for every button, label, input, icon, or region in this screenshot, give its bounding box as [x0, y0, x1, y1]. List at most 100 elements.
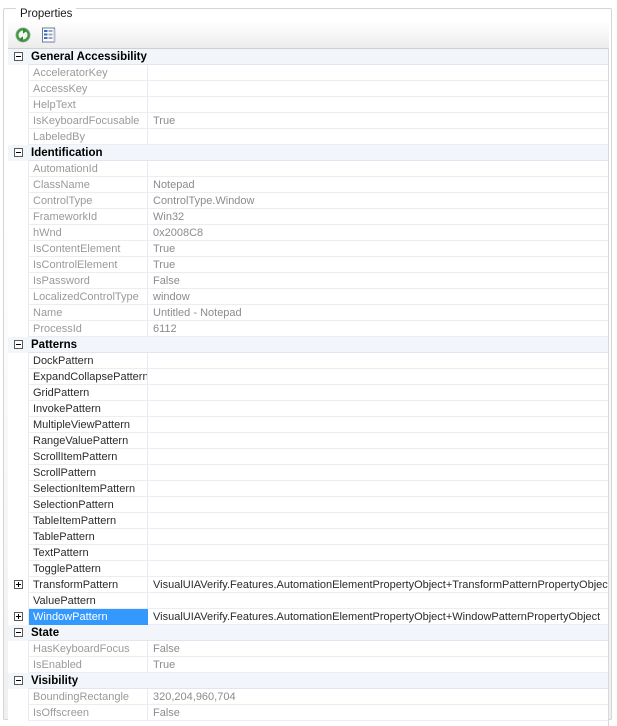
- property-value-cell[interactable]: [148, 129, 608, 145]
- property-row[interactable]: IsOffscreen False: [8, 704, 608, 721]
- property-name-cell[interactable]: MultipleViewPattern: [29, 416, 148, 433]
- property-value-cell[interactable]: Win32: [148, 209, 608, 225]
- collapse-minus-icon[interactable]: [14, 675, 23, 685]
- property-name-cell[interactable]: BoundingRectangle: [29, 688, 148, 705]
- refresh-button[interactable]: [12, 24, 34, 46]
- property-value-cell[interactable]: [148, 161, 608, 177]
- category-row[interactable]: Identification: [8, 144, 608, 161]
- property-name-cell[interactable]: SelectionItemPattern: [29, 480, 148, 497]
- property-name-cell[interactable]: RangeValuePattern: [29, 432, 148, 449]
- property-value-cell[interactable]: Notepad: [148, 177, 608, 193]
- property-value-cell[interactable]: False: [148, 641, 608, 657]
- property-name-cell[interactable]: General Accessibility: [29, 49, 608, 65]
- property-value-cell[interactable]: window: [148, 289, 608, 305]
- property-row[interactable]: IsPassword False: [8, 272, 608, 289]
- property-row[interactable]: LabeledBy: [8, 128, 608, 145]
- property-row[interactable]: ValuePattern: [8, 592, 608, 609]
- property-value-cell[interactable]: [148, 81, 608, 97]
- property-row[interactable]: TableItemPattern: [8, 512, 608, 529]
- category-row[interactable]: Visibility: [8, 672, 608, 689]
- property-name-cell[interactable]: TransformPattern: [29, 576, 148, 593]
- property-name-cell[interactable]: AcceleratorKey: [29, 64, 148, 81]
- property-name-cell[interactable]: IsKeyboardFocusable: [29, 112, 148, 129]
- property-name-cell[interactable]: IsContentElement: [29, 240, 148, 257]
- row-gutter[interactable]: [8, 336, 29, 353]
- property-row[interactable]: IsControlElement True: [8, 256, 608, 273]
- property-name-cell[interactable]: LocalizedControlType: [29, 288, 148, 305]
- property-row[interactable]: IsEnabled True: [8, 656, 608, 673]
- property-name-cell[interactable]: TextPattern: [29, 544, 148, 561]
- row-gutter[interactable]: [8, 672, 29, 689]
- collapse-minus-icon[interactable]: [14, 147, 23, 157]
- property-name-cell[interactable]: HasKeyboardFocus: [29, 640, 148, 657]
- properties-grid-scroll[interactable]: General Accessibility AcceleratorKey Acces…: [8, 48, 609, 726]
- property-row[interactable]: SelectionItemPattern: [8, 480, 608, 497]
- property-name-cell[interactable]: ControlType: [29, 192, 148, 209]
- property-value-cell[interactable]: [148, 465, 608, 481]
- property-name-cell[interactable]: ClassName: [29, 176, 148, 193]
- property-name-cell[interactable]: TogglePattern: [29, 560, 148, 577]
- property-value-cell[interactable]: True: [148, 257, 608, 273]
- property-name-cell[interactable]: GridPattern: [29, 384, 148, 401]
- row-gutter[interactable]: [8, 49, 29, 65]
- property-name-cell[interactable]: Name: [29, 304, 148, 321]
- property-value-cell[interactable]: False: [148, 705, 608, 721]
- property-row[interactable]: HelpText: [8, 96, 608, 113]
- property-name-cell[interactable]: Identification: [29, 145, 608, 161]
- property-name-cell[interactable]: Visibility: [29, 673, 608, 689]
- property-value-cell[interactable]: VisualUIAVerify.Features.AutomationEleme…: [148, 577, 608, 593]
- property-name-cell[interactable]: ScrollPattern: [29, 464, 148, 481]
- property-value-cell[interactable]: [148, 65, 608, 81]
- property-row[interactable]: BoundingRectangle 320,204,960,704: [8, 688, 608, 705]
- category-row[interactable]: State: [8, 624, 608, 641]
- property-row[interactable]: hWnd 0x2008C8: [8, 224, 608, 241]
- property-name-cell[interactable]: DockPattern: [29, 352, 148, 369]
- property-row[interactable]: ClassName Notepad: [8, 176, 608, 193]
- property-row[interactable]: AcceleratorKey: [8, 64, 608, 81]
- property-name-cell[interactable]: IsEnabled: [29, 656, 148, 673]
- property-name-cell[interactable]: ExpandCollapsePattern: [29, 368, 148, 385]
- property-value-cell[interactable]: True: [148, 113, 608, 129]
- row-gutter[interactable]: [8, 576, 29, 593]
- expand-plus-icon[interactable]: [14, 611, 23, 621]
- row-gutter[interactable]: [8, 624, 29, 641]
- property-value-cell[interactable]: [148, 417, 608, 433]
- property-value-cell[interactable]: [148, 497, 608, 513]
- property-name-cell[interactable]: hWnd: [29, 224, 148, 241]
- property-row[interactable]: LocalizedControlType window: [8, 288, 608, 305]
- property-value-cell[interactable]: [148, 97, 608, 113]
- row-gutter[interactable]: [8, 608, 29, 625]
- property-name-cell[interactable]: ScrollItemPattern: [29, 448, 148, 465]
- property-row[interactable]: HasKeyboardFocus False: [8, 640, 608, 657]
- property-row[interactable]: ScrollPattern: [8, 464, 608, 481]
- row-gutter[interactable]: [8, 144, 29, 161]
- property-row[interactable]: IsKeyboardFocusable True: [8, 112, 608, 129]
- expand-plus-icon[interactable]: [14, 579, 23, 589]
- collapse-minus-icon[interactable]: [14, 627, 23, 637]
- property-name-cell[interactable]: Patterns: [29, 337, 608, 353]
- collapse-minus-icon[interactable]: [14, 51, 23, 61]
- property-name-cell[interactable]: WindowPattern: [29, 608, 148, 625]
- property-value-cell[interactable]: 320,204,960,704: [148, 689, 608, 705]
- property-value-cell[interactable]: [148, 513, 608, 529]
- category-row[interactable]: General Accessibility: [8, 49, 608, 65]
- property-value-cell[interactable]: False: [148, 273, 608, 289]
- property-row[interactable]: TogglePattern: [8, 560, 608, 577]
- property-value-cell[interactable]: [148, 353, 608, 369]
- property-row[interactable]: ProcessId 6112: [8, 320, 608, 337]
- property-row[interactable]: TextPattern: [8, 544, 608, 561]
- property-name-cell[interactable]: ValuePattern: [29, 592, 148, 609]
- property-name-cell[interactable]: ProcessId: [29, 320, 148, 337]
- properties-list-button[interactable]: [38, 24, 60, 46]
- property-name-cell[interactable]: AccessKey: [29, 80, 148, 97]
- property-row[interactable]: AccessKey: [8, 80, 608, 97]
- property-value-cell[interactable]: True: [148, 241, 608, 257]
- property-row[interactable]: DockPattern: [8, 352, 608, 369]
- property-row[interactable]: IsContentElement True: [8, 240, 608, 257]
- property-row[interactable]: InvokePattern: [8, 400, 608, 417]
- property-value-cell[interactable]: 0x2008C8: [148, 225, 608, 241]
- property-row[interactable]: GridPattern: [8, 384, 608, 401]
- collapse-minus-icon[interactable]: [14, 339, 23, 349]
- property-name-cell[interactable]: IsPassword: [29, 272, 148, 289]
- property-value-cell[interactable]: Untitled - Notepad: [148, 305, 608, 321]
